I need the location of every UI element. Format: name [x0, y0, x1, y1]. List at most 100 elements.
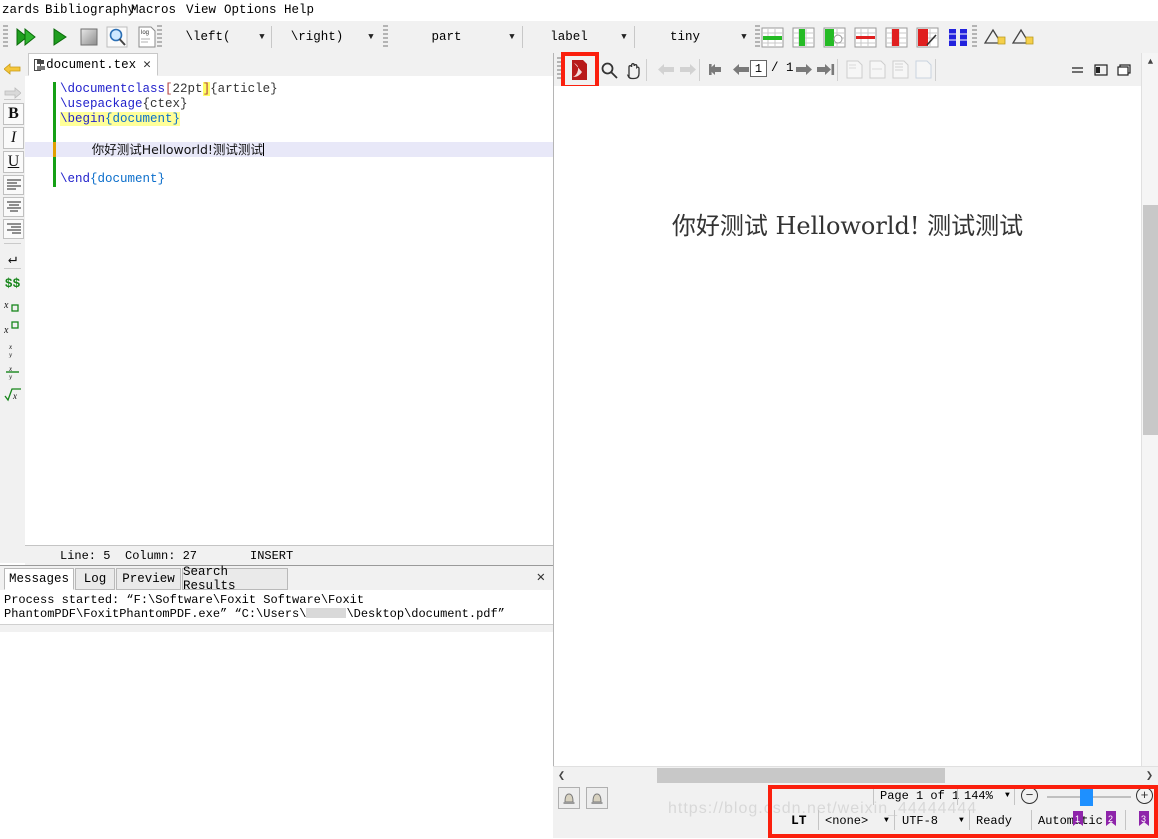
horizontal-scroll-thumb[interactable]	[657, 768, 945, 783]
tab-search-results[interactable]: Search Results	[182, 565, 288, 593]
view-pdf-button[interactable]	[104, 24, 130, 50]
line-change-marker	[53, 142, 56, 157]
vertical-scroll-thumb[interactable]	[1143, 205, 1158, 435]
toolbar-grip-5[interactable]	[972, 25, 977, 49]
fontsize-select[interactable]: tiny ▼	[635, 25, 753, 49]
fit-width-button[interactable]	[865, 57, 890, 82]
maximize-button[interactable]	[1115, 61, 1132, 78]
code-token: document	[112, 112, 173, 126]
insert-tikz-shape-button[interactable]	[1010, 24, 1036, 50]
code-line[interactable]: \usepackage{ctex}	[25, 97, 553, 112]
build-and-view-button[interactable]	[13, 24, 39, 50]
scroll-left-icon[interactable]: ❮	[553, 767, 570, 784]
frac-line-button[interactable]: x y	[0, 360, 25, 384]
label-select[interactable]: label ▼	[523, 25, 633, 49]
pdf-vertical-scrollbar[interactable]: ▲ ▼	[1141, 53, 1158, 786]
next-annotation-button[interactable]	[586, 787, 608, 809]
svg-text:y: y	[8, 351, 13, 358]
code-line[interactable]: \end{document}	[25, 172, 553, 187]
main-toolbar: log \left( ▼ \right) ▼ part ▼ label ▼ ti…	[0, 21, 1158, 54]
italic-button[interactable]: I	[3, 127, 24, 149]
toolbar-grip-3[interactable]	[383, 25, 388, 49]
code-line[interactable]: \documentclass[22pt]{article}	[25, 82, 553, 97]
delete-row-button[interactable]	[852, 24, 878, 50]
last-page-button[interactable]	[813, 57, 838, 82]
page-number-input[interactable]: 1	[750, 60, 767, 77]
insert-row-button[interactable]	[759, 24, 785, 50]
delete-column-button[interactable]	[883, 24, 909, 50]
quick-build-button[interactable]	[47, 24, 73, 50]
first-page-button[interactable]	[705, 57, 730, 82]
scroll-right-icon[interactable]: ❯	[1141, 767, 1158, 784]
previous-annotation-button[interactable]	[558, 787, 580, 809]
align-left-button[interactable]	[3, 175, 24, 195]
stop-button[interactable]	[76, 24, 102, 50]
code-line[interactable]: 你好测试Helloworld!测试测试	[25, 142, 553, 157]
math-mode-button[interactable]: $$	[0, 271, 25, 295]
align-center-button[interactable]	[3, 197, 24, 217]
minimize-button[interactable]	[1069, 61, 1086, 78]
bold-button[interactable]: B	[3, 103, 24, 125]
menu-item-bibliography[interactable]: Bibliography	[45, 3, 135, 17]
menu-item-view[interactable]: View	[186, 3, 216, 17]
chevron-down-icon: ▼	[621, 32, 627, 42]
sectioning-value: part	[431, 30, 462, 44]
menu-item-options[interactable]: Options	[224, 3, 277, 17]
hand-tool-button[interactable]	[620, 57, 645, 82]
editor-tab-label: document.tex	[46, 57, 137, 72]
code-token: \documentclass	[60, 82, 166, 96]
delete-cell-button[interactable]	[914, 24, 940, 50]
close-icon[interactable]: ✕	[143, 58, 151, 71]
fit-page-button[interactable]	[842, 57, 867, 82]
code-line[interactable]	[25, 127, 553, 142]
left-delimiter-select[interactable]: \left( ▼	[163, 25, 271, 49]
restore-button[interactable]	[1092, 61, 1109, 78]
fraction-button[interactable]: x y	[0, 338, 25, 362]
subscript-button[interactable]: x	[0, 294, 25, 318]
newline-button[interactable]: ↵	[0, 246, 25, 270]
svg-text:x: x	[8, 343, 13, 351]
tab-preview[interactable]: Preview	[116, 568, 181, 590]
line-change-marker	[53, 127, 56, 142]
superscript-button[interactable]: x	[0, 316, 25, 340]
double-green-play-icon	[16, 27, 36, 47]
editor-tab-document-tex[interactable]: document.tex ✕	[28, 53, 158, 76]
line-change-marker	[53, 112, 56, 127]
insert-column-button[interactable]	[790, 24, 816, 50]
right-delimiter-select[interactable]: \right) ▼	[272, 25, 380, 49]
messages-output-line2: \Desktop\document.pdf”	[346, 607, 505, 621]
code-token: }	[157, 172, 166, 186]
pdf-page-canvas[interactable]: 你好测试 Helloworld! 测试测试	[554, 86, 1141, 819]
pdf-horizontal-scrollbar[interactable]: ❮ ❯	[553, 766, 1158, 784]
toolbar-grip[interactable]	[3, 25, 8, 49]
back-arrow-button[interactable]	[0, 57, 25, 81]
align-right-button[interactable]	[3, 219, 24, 239]
code-line[interactable]	[25, 157, 553, 172]
sectioning-select[interactable]: part ▼	[390, 25, 521, 49]
scroll-up-icon[interactable]: ▲	[1142, 53, 1158, 70]
menu-item-help[interactable]: Help	[284, 3, 314, 17]
merge-cells-button[interactable]	[945, 24, 971, 50]
single-page-button[interactable]	[911, 57, 936, 82]
insert-tikz-node-button[interactable]	[982, 24, 1008, 50]
redacted-username	[306, 608, 347, 618]
page-width-icon	[869, 60, 886, 79]
continuous-view-button[interactable]	[888, 57, 913, 82]
next-view-button[interactable]	[675, 57, 700, 82]
code-line[interactable]: \begin{document}	[25, 112, 553, 127]
menu-item-wizards[interactable]: zards	[2, 3, 40, 17]
code-token: document	[97, 172, 158, 186]
messages-tab-strip: Messages Log Preview Search Results ✕	[0, 565, 553, 593]
toolbar-grip-2[interactable]	[157, 25, 162, 49]
tab-log[interactable]: Log	[75, 568, 115, 590]
underline-button[interactable]: U	[3, 151, 24, 173]
insert-cell-button[interactable]	[821, 24, 847, 50]
sqrt-button[interactable]: x	[0, 383, 25, 407]
close-messages-icon[interactable]: ✕	[537, 569, 545, 586]
tab-messages[interactable]: Messages	[4, 568, 74, 590]
menu-item-macros[interactable]: Macros	[131, 3, 176, 17]
sqrt-icon: x	[3, 388, 21, 402]
forward-arrow-button[interactable]	[0, 81, 25, 105]
search-button[interactable]	[596, 57, 621, 82]
code-editor[interactable]: \documentclass[22pt]{article} \usepackage…	[25, 76, 553, 563]
